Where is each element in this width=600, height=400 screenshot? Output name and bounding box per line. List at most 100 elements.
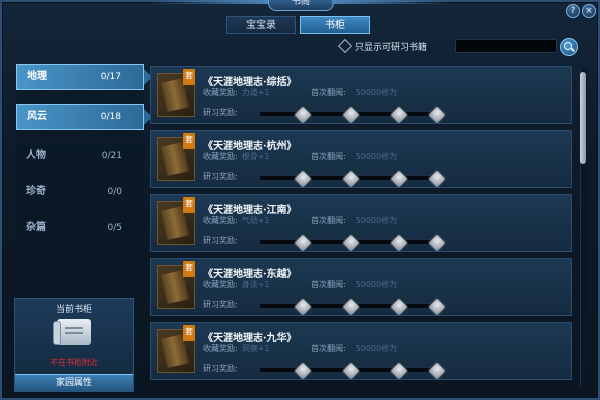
book-card[interactable]: 套 《天涯地理志·综括》 收藏奖励: 力道+1 首次翻阅: 50000修为 研习奖励…	[150, 66, 572, 125]
title-bar: 书阁	[0, 0, 600, 11]
first-read-value: 50000修为	[355, 216, 398, 225]
progress-node	[293, 361, 313, 381]
reward-label: 收藏奖励:	[203, 152, 238, 161]
progress-node	[293, 105, 313, 125]
shelf-status: 不在书柜附近	[50, 358, 98, 367]
progress-node	[341, 169, 361, 189]
reward-label: 收藏奖励:	[203, 344, 238, 353]
progress-node	[389, 297, 409, 317]
sidebar-item-zapian[interactable]: 杂篇 0/5	[16, 216, 144, 238]
book-first-read: 首次翻阅: 50000修为	[311, 215, 397, 226]
progress-node	[293, 233, 313, 253]
progress-node	[427, 169, 447, 189]
category-count: 0/0	[107, 187, 122, 197]
progress-node	[293, 169, 313, 189]
first-read-value: 50000修为	[355, 88, 398, 97]
book-title: 《天涯地理志·九华》	[203, 333, 297, 344]
progress-node	[427, 105, 447, 125]
bookcase-window: 书阁 ? × 宝宝录 书柜 只显示可研习书籍 地理 0/17 风云 0/18 人…	[0, 0, 600, 400]
studyable-only-checkbox[interactable]	[337, 38, 353, 54]
category-count: 0/5	[107, 223, 122, 233]
progress-node	[389, 361, 409, 381]
set-badge: 套	[183, 325, 195, 341]
category-name: 珍奇	[26, 186, 46, 197]
sidebar-item-zhenqi[interactable]: 珍奇 0/0	[16, 180, 144, 202]
set-badge: 套	[183, 69, 195, 85]
window-title: 书阁	[268, 0, 334, 11]
book-card[interactable]: 套 《天涯地理志·杭州》 收藏奖励: 根骨+1 首次翻阅: 50000修为 研习奖励…	[150, 130, 572, 189]
close-button[interactable]: ×	[582, 4, 596, 18]
first-read-label: 首次翻阅:	[311, 344, 346, 353]
book-collect-reward: 收藏奖励: 洞察+1	[203, 343, 270, 354]
home-attributes-button[interactable]: 家园属性	[15, 374, 133, 391]
book-first-read: 首次翻阅: 50000修为	[311, 151, 397, 162]
book-title: 《天涯地理志·东越》	[203, 269, 297, 280]
progress-node	[427, 233, 447, 253]
category-name: 风云	[27, 111, 47, 122]
title-ornament-right	[332, 0, 452, 4]
book-card[interactable]: 套 《天涯地理志·江南》 收藏奖励: 气劲+1 首次翻阅: 50000修为 研习奖励…	[150, 194, 572, 253]
first-read-value: 50000修为	[355, 344, 398, 353]
tab-bar: 宝宝录 书柜	[226, 16, 374, 34]
first-read-label: 首次翻阅:	[311, 88, 346, 97]
study-progress-track	[259, 361, 447, 381]
progress-node	[389, 105, 409, 125]
progress-node	[389, 233, 409, 253]
set-badge: 套	[183, 133, 195, 149]
help-button[interactable]: ?	[566, 4, 580, 18]
category-name: 地理	[27, 71, 47, 82]
reward-value: 气劲+1	[241, 216, 270, 225]
sidebar-item-renwu[interactable]: 人物 0/21	[16, 144, 144, 166]
study-progress-track	[259, 297, 447, 317]
book-first-read: 首次翻阅: 50000修为	[311, 87, 397, 98]
study-reward-label: 研习奖励:	[203, 108, 238, 117]
book-title: 《天涯地理志·江南》	[203, 205, 297, 216]
first-read-label: 首次翻阅:	[311, 280, 346, 289]
study-reward-label: 研习奖励:	[203, 300, 238, 309]
book-first-read: 首次翻阅: 50000修为	[311, 279, 397, 290]
study-reward-label: 研习奖励:	[203, 236, 238, 245]
first-read-label: 首次翻阅:	[311, 152, 346, 161]
category-count: 0/21	[101, 151, 122, 161]
book-collect-reward: 收藏奖励: 身法+1	[203, 279, 270, 290]
study-progress-track	[259, 169, 447, 189]
progress-node	[389, 169, 409, 189]
sidebar-item-fengyun[interactable]: 风云 0/18	[16, 104, 152, 130]
progress-node	[293, 297, 313, 317]
book-title: 《天涯地理志·综括》	[203, 77, 297, 88]
reward-value: 洞察+1	[241, 344, 270, 353]
category-name: 人物	[26, 150, 46, 161]
reward-label: 收藏奖励:	[203, 280, 238, 289]
book-collect-reward: 收藏奖励: 力道+1	[203, 87, 270, 98]
search-input[interactable]	[455, 39, 557, 53]
progress-node	[427, 297, 447, 317]
progress-node	[341, 233, 361, 253]
book-first-read: 首次翻阅: 50000修为	[311, 343, 397, 354]
scroll-icon	[53, 319, 91, 345]
reward-value: 力道+1	[241, 88, 270, 97]
filter-row: 只显示可研习书籍	[337, 38, 428, 54]
book-title: 《天涯地理志·杭州》	[203, 141, 297, 152]
book-card[interactable]: 套 《天涯地理志·九华》 收藏奖励: 洞察+1 首次翻阅: 50000修为 研习奖励…	[150, 322, 572, 381]
progress-node	[427, 361, 447, 381]
book-card[interactable]: 套 《天涯地理志·东越》 收藏奖励: 身法+1 首次翻阅: 50000修为 研习奖励…	[150, 258, 572, 317]
current-shelf-panel: 当前书柜 不在书柜附近 家园属性	[14, 298, 134, 392]
first-read-label: 首次翻阅:	[311, 216, 346, 225]
category-count: 0/18	[100, 112, 121, 122]
search-icon[interactable]	[560, 38, 578, 56]
tab-bookcase[interactable]: 书柜	[300, 16, 370, 34]
study-progress-track	[259, 105, 447, 125]
reward-value: 根骨+1	[241, 152, 270, 161]
book-list-scrollbar-thumb[interactable]	[580, 72, 586, 164]
reward-value: 身法+1	[241, 280, 270, 289]
first-read-value: 50000修为	[355, 152, 398, 161]
studyable-only-label: 只显示可研习书籍	[355, 42, 428, 53]
reward-label: 收藏奖励:	[203, 88, 238, 97]
sidebar-item-dili[interactable]: 地理 0/17	[16, 64, 152, 90]
book-collect-reward: 收藏奖励: 根骨+1	[203, 151, 270, 162]
progress-node	[341, 105, 361, 125]
tab-baobaolu[interactable]: 宝宝录	[226, 16, 296, 34]
study-reward-label: 研习奖励:	[203, 364, 238, 373]
study-reward-label: 研习奖励:	[203, 172, 238, 181]
current-shelf-title: 当前书柜	[55, 305, 92, 315]
